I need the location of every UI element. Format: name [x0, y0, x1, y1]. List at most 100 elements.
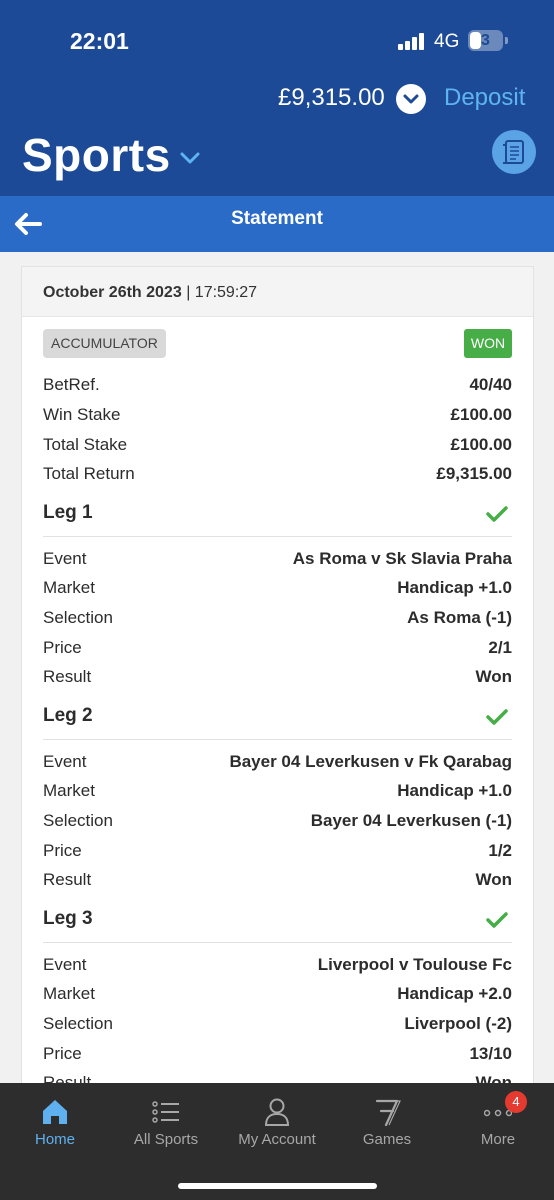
leg-row: Result Won	[43, 667, 512, 695]
bet-type-tag: ACCUMULATOR	[43, 329, 166, 358]
row-value: £100.00	[450, 435, 512, 454]
bet-time: | 17:59:27	[186, 284, 258, 301]
account-balance[interactable]: £9,315.00	[278, 84, 385, 112]
balance-chevron-down-icon[interactable]	[396, 84, 426, 114]
summary-row: Total Return £9,315.00	[43, 464, 512, 492]
row-label: Market	[43, 781, 95, 800]
row-value: 2/1	[488, 638, 512, 657]
nav-home[interactable]: Home	[0, 1083, 110, 1163]
betslip-receipt-icon[interactable]	[492, 130, 536, 174]
row-label: Event	[43, 955, 87, 974]
nav-label: Games	[362, 1131, 412, 1148]
row-label: Selection	[43, 1014, 113, 1033]
nav-label: More	[480, 1131, 516, 1148]
bet-date-header: October 26th 2023 | 17:59:27	[22, 267, 533, 317]
status-badge: WON	[464, 329, 512, 358]
home-indicator	[178, 1183, 377, 1189]
summary-row: Win Stake £100.00	[43, 405, 512, 433]
nav-games[interactable]: Games	[332, 1083, 442, 1163]
nav-more[interactable]: 4 More	[443, 1083, 553, 1163]
row-value: Liverpool (-2)	[404, 1014, 512, 1033]
nav-label: All Sports	[133, 1131, 199, 1148]
leg-row: Selection Liverpool (-2)	[43, 1014, 512, 1042]
row-label: Result	[43, 667, 92, 686]
row-value: As Roma v Sk Slavia Praha	[292, 549, 512, 568]
leg-row: Market Handicap +1.0	[43, 578, 512, 606]
row-label: Price	[43, 1044, 82, 1063]
row-label: Selection	[43, 608, 113, 627]
check-icon	[486, 505, 508, 523]
summary-row: BetRef. 40/40	[43, 375, 512, 403]
statement-title: Statement	[231, 208, 323, 229]
divider	[43, 942, 512, 943]
home-icon	[41, 1097, 69, 1127]
row-label: Event	[43, 752, 87, 771]
slot-seven-icon	[373, 1097, 401, 1127]
back-arrow-icon[interactable]	[12, 210, 44, 238]
row-label: Market	[43, 578, 95, 597]
statement-bar: Statement	[0, 196, 554, 252]
bet-statement-card: October 26th 2023 | 17:59:27 ACCUMULATOR…	[21, 266, 534, 1096]
row-label: BetRef.	[43, 375, 100, 394]
row-label: Market	[43, 984, 95, 1003]
sports-chevron-down-icon[interactable]	[178, 148, 202, 168]
row-label: Total Return	[43, 464, 135, 483]
notification-badge: 4	[505, 1091, 527, 1113]
row-value: Bayer 04 Leverkusen (-1)	[310, 811, 512, 830]
bet-date: October 26th 2023	[43, 284, 182, 301]
person-icon	[263, 1097, 291, 1127]
status-time: 22:01	[70, 28, 129, 54]
row-value: Handicap +1.0	[397, 578, 512, 597]
leg-row: Market Handicap +1.0	[43, 781, 512, 809]
check-icon	[486, 708, 508, 726]
row-value: £100.00	[450, 405, 512, 424]
page-title[interactable]: Sports	[22, 128, 171, 182]
row-value: £9,315.00	[436, 464, 512, 483]
row-value: Won	[475, 667, 512, 686]
leg-title: Leg 1	[43, 502, 93, 523]
leg-row: Selection As Roma (-1)	[43, 608, 512, 636]
leg-row: Price 2/1	[43, 638, 512, 666]
row-value: As Roma (-1)	[407, 608, 512, 627]
deposit-button[interactable]: Deposit	[444, 84, 525, 112]
leg-row: Price 13/10	[43, 1044, 512, 1072]
list-icon	[152, 1097, 180, 1127]
divider	[43, 536, 512, 537]
leg-row: Selection Bayer 04 Leverkusen (-1)	[43, 811, 512, 839]
nav-my-account[interactable]: My Account	[222, 1083, 332, 1163]
app-header: 22:01 4G 3 £9,315.00 Deposit Sports	[0, 0, 554, 196]
nav-label: My Account	[238, 1131, 316, 1148]
leg-title: Leg 3	[43, 908, 93, 929]
row-value: Liverpool v Toulouse Fc	[317, 955, 512, 974]
battery-icon: 3	[468, 30, 503, 51]
leg-row: Event As Roma v Sk Slavia Praha	[43, 549, 512, 577]
row-label: Total Stake	[43, 435, 128, 454]
leg-title: Leg 2	[43, 705, 93, 726]
nav-all-sports[interactable]: All Sports	[111, 1083, 221, 1163]
network-type: 4G	[434, 31, 460, 52]
leg-row: Event Liverpool v Toulouse Fc	[43, 955, 512, 983]
row-label: Event	[43, 549, 87, 568]
leg-row: Result Won	[43, 870, 512, 898]
row-value: Handicap +1.0	[397, 781, 512, 800]
row-value: 13/10	[469, 1044, 512, 1063]
row-label: Result	[43, 870, 92, 889]
row-label: Win Stake	[43, 405, 121, 424]
row-label: Price	[43, 841, 82, 860]
battery-level: 3	[481, 32, 490, 49]
row-label: Price	[43, 638, 82, 657]
signal-icon	[398, 33, 426, 50]
row-label: Selection	[43, 811, 113, 830]
summary-row: Total Stake £100.00	[43, 435, 512, 463]
divider	[43, 739, 512, 740]
nav-label: Home	[34, 1131, 75, 1148]
row-value: Bayer 04 Leverkusen v Fk Qarabag	[229, 752, 512, 771]
row-value: 40/40	[469, 375, 512, 394]
row-value: Handicap +2.0	[397, 984, 512, 1003]
leg-row: Market Handicap +2.0	[43, 984, 512, 1012]
leg-row: Price 1/2	[43, 841, 512, 869]
row-value: 1/2	[488, 841, 512, 860]
leg-row: Event Bayer 04 Leverkusen v Fk Qarabag	[43, 752, 512, 780]
row-value: Won	[475, 870, 512, 889]
check-icon	[486, 911, 508, 929]
